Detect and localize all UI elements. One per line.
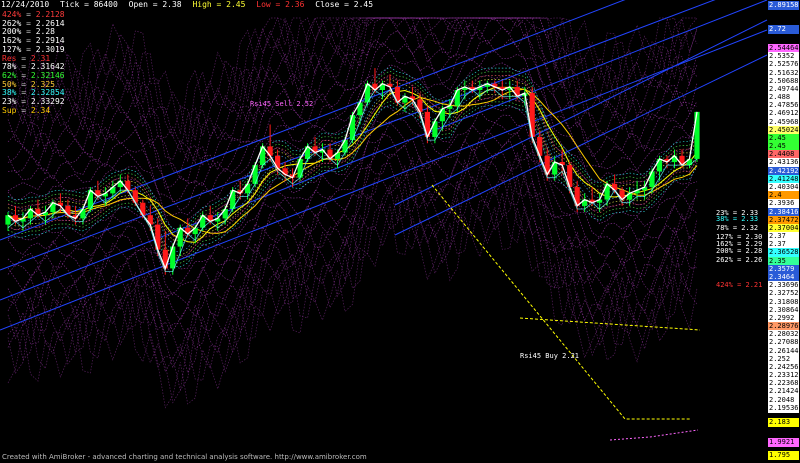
envelope-line	[7, 192, 698, 404]
fib-level-eq: =	[16, 53, 31, 63]
envelope-line	[7, 17, 698, 174]
fib-level-label: Res	[2, 53, 17, 63]
fib-level-label: 162%	[2, 36, 22, 46]
fib-right-label: 38% = 2.33	[716, 215, 759, 223]
envelope-line	[7, 17, 698, 189]
fib-level-value: 2.31	[30, 53, 51, 63]
inner-band-line	[7, 66, 698, 230]
candle-body	[252, 165, 258, 184]
candle-body	[177, 227, 183, 247]
y-tick-label: 1.9921	[768, 438, 799, 447]
y-tick-label: 2.72	[768, 25, 799, 34]
y-tick-label: 2.89158	[768, 1, 799, 10]
fib-level-eq: =	[16, 105, 31, 115]
moving-averages	[7, 86, 698, 243]
fib-level-eq: =	[21, 18, 36, 28]
fib-level-value: 2.33292	[30, 97, 65, 107]
fib-level-value: 2.28	[35, 27, 55, 37]
fib-level-label: 23%	[2, 97, 17, 107]
candle-body	[439, 108, 445, 122]
price-chart[interactable]	[0, 0, 800, 463]
candle-body	[574, 187, 580, 206]
fib-level-value: 2.2914	[35, 36, 65, 46]
fib-level-label: 424%	[2, 10, 22, 19]
fib-level-eq: =	[16, 62, 31, 72]
fib-level-eq: =	[21, 10, 36, 19]
fib-levels-legend: 424% = 2.2128 262% = 2.2614 200% = 2.28 162…	[2, 10, 65, 116]
fib-level-label: 38%	[2, 88, 17, 98]
fib-level-eq: =	[21, 27, 36, 37]
fib-level-value: 2.32146	[30, 70, 65, 80]
fib-level-eq: =	[16, 79, 31, 89]
fib-right-label: 200% = 2.28	[716, 247, 763, 255]
fib-level-label: 200%	[2, 27, 22, 37]
fib-level-value: 2.325	[30, 79, 55, 89]
envelope-line	[7, 136, 698, 321]
fib-level-eq: =	[21, 36, 36, 46]
fib-right-label: 262% = 2.26	[716, 256, 763, 264]
fib-level-value: 2.34	[30, 105, 51, 115]
fib-level-eq: =	[16, 97, 31, 107]
envelope-line	[7, 143, 698, 333]
envelope-line	[7, 152, 698, 341]
header-high: High = 2.45	[192, 0, 246, 9]
header-tick: Tick = 86400	[60, 0, 118, 9]
price-axis[interactable]: 2.89158 2.72 2.54464 2.5352 2.52576 2.51632 2.…	[767, 0, 800, 463]
fib-level-label: 262%	[2, 18, 22, 28]
footer-credit: Created with AmiBroker - advanced charti…	[2, 453, 367, 461]
fib-right-label: 424% = 2.21	[716, 281, 763, 289]
fib-level-label: Sup	[2, 105, 17, 115]
candle-body	[694, 111, 700, 159]
header-low: Low = 2.36	[256, 0, 305, 9]
envelope-line	[7, 175, 698, 374]
candle-body	[656, 158, 663, 172]
fib-level-value: 2.31642	[30, 62, 65, 72]
candle-body	[649, 171, 655, 188]
fib-level-label: 50%	[2, 79, 17, 89]
fib-level-value: 2.2128	[35, 10, 65, 19]
quote-header: 12/24/2010 Tick = 86400 Open = 2.38 High…	[1, 0, 379, 10]
fib-right-label: 78% = 2.32	[716, 224, 759, 232]
fib-level-label: 78%	[2, 62, 17, 72]
fib-level-row: Sup = 2.34	[2, 105, 65, 116]
header-date: 12/24/2010	[1, 0, 50, 9]
fib-level-eq: =	[21, 44, 36, 54]
envelope-line	[7, 204, 698, 409]
trendline-rsi	[431, 184, 701, 441]
fib-level-label: 62%	[2, 70, 17, 80]
fib-level-label: 127%	[2, 44, 22, 54]
rsi-sell-label: Rsi45 Sell 2.52	[250, 100, 314, 108]
candle-body	[170, 246, 176, 269]
y-tick-label: 1.795	[768, 451, 799, 460]
close-line-path	[7, 82, 698, 271]
fib-level-value: 2.3019	[35, 44, 65, 54]
y-tick-label: 2.183	[768, 418, 799, 427]
fib-level-eq: =	[16, 88, 31, 98]
fib-level-eq: =	[16, 70, 31, 80]
header-close: Close = 2.45	[315, 0, 374, 9]
header-open: Open = 2.38	[128, 0, 182, 9]
fib-level-value: 2.32854	[30, 88, 65, 98]
envelope-line	[7, 122, 698, 296]
y-tick-label: 2.19536	[768, 403, 799, 413]
rsi-trendline	[431, 184, 690, 420]
envelope-bands	[7, 17, 698, 409]
rsi-buy-label: Rsi45 Buy 2.21	[520, 352, 580, 360]
fib-level-value: 2.2614	[35, 18, 65, 28]
moving-average-line	[7, 86, 698, 243]
magenta-trendline	[609, 429, 699, 441]
